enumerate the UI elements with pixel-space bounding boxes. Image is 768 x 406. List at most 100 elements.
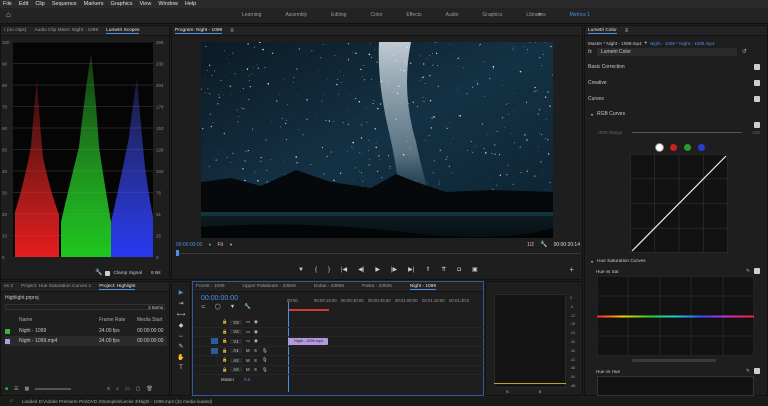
timeline-clip[interactable]: Night - 1099.mp4 [288,338,328,345]
sort-icon[interactable]: ≡ [107,386,110,392]
track-source-patch[interactable] [211,357,218,363]
ripple-edit-icon[interactable]: ⟷ [177,311,186,318]
section-curves[interactable]: Curves [588,94,760,104]
solo-left-button[interactable]: S [506,389,509,394]
selection-tool-icon[interactable]: ▶ [179,289,184,296]
zoom-slider[interactable] [35,388,72,390]
workspace-tab-editing[interactable]: Editing [319,12,358,18]
go-to-in-icon[interactable]: |◀ [341,266,347,273]
track-label[interactable]: V1 [230,338,242,344]
channel-selector[interactable] [684,144,691,151]
solo-icon[interactable]: S [254,348,262,353]
menu-sequence[interactable]: Sequence [52,1,77,7]
razor-icon[interactable]: ◆ [179,322,184,329]
lock-icon[interactable]: ■ [5,386,8,392]
master-track-row[interactable]: Master 0.0 [193,375,485,384]
eyedropper-icon[interactable]: ✎ [746,268,750,274]
list-view-icon[interactable]: ☰ [14,386,18,392]
basic-correction-checkbox[interactable] [754,64,760,70]
sequence-tab[interactable]: Forest - 1099 [196,284,225,289]
lock-icon[interactable]: 🔒 [222,329,230,335]
sync-icon[interactable]: ▭ [246,319,254,325]
track-label[interactable]: A2 [230,357,242,363]
hand-icon[interactable]: ✋ [177,354,184,361]
sequence-tab[interactable]: Night - 1099 [409,284,437,290]
workspace-tab-metrics-1[interactable]: Metrics 1 [558,12,602,18]
menu-help[interactable]: Help [185,1,196,7]
track-row[interactable]: 🔒 V1 ▭ ◉ [193,337,485,347]
track-row[interactable]: 🔒 V3 ▭ ◉ [193,318,485,328]
mute-icon[interactable]: M [246,358,254,363]
hdr-range-slider[interactable] [632,131,743,133]
scope-tab[interactable]: r (no clips) [4,28,26,33]
track-source-patch[interactable] [211,329,218,335]
track-label[interactable]: A3 [230,367,242,373]
section-basic-correction[interactable]: Basic Correction [588,62,760,72]
track-row[interactable]: 🔒 V2 ▭ ◉ [193,328,485,337]
track-source-patch[interactable] [211,347,218,354]
lock-icon[interactable]: 🔒 [222,357,230,363]
curves-checkbox[interactable] [754,96,760,102]
scope-tab[interactable]: Audio Clip Mixer: Night - 1099 [34,28,98,33]
menu-icon[interactable]: ≡ [625,27,629,35]
workspace-tab-effects[interactable]: Effects [394,12,433,18]
type-icon[interactable]: T [179,365,183,371]
chevron-down-icon[interactable]: ▼ [229,241,233,249]
project-row[interactable]: Night - 1099 24.00 fps 00:00:00:00 [5,326,167,336]
menu-view[interactable]: View [140,1,152,7]
comparison-icon[interactable]: ▣ [472,266,478,273]
menu-icon[interactable]: ≡ [230,27,234,35]
work-area-bar[interactable] [289,309,329,311]
folder-icon[interactable]: ▭ [125,386,130,392]
add-marker-icon[interactable]: ● [208,242,211,248]
workspace-tab-color[interactable]: Color [358,12,394,18]
lumetri-title[interactable]: Lumetri Color [588,28,617,34]
eye-icon[interactable]: ◉ [254,329,262,335]
rgb-curves-label[interactable]: RGB Curves [597,111,625,117]
track-row[interactable]: 🔒 A3 M S 🎙 [193,366,485,375]
go-to-out-icon[interactable]: ▶| [408,266,414,273]
marker-icon[interactable]: ▼ [298,267,304,273]
home-icon[interactable]: ⌂ [6,11,11,19]
bit-depth-select[interactable]: 8 Bit [151,271,161,276]
snap-icon[interactable]: ⊂ [201,304,206,310]
menu-edit[interactable]: Edit [19,1,28,7]
lift-icon[interactable]: ⇑ [425,266,430,273]
program-timecode[interactable]: 00:00:00:00 [176,242,202,248]
add-button-icon[interactable]: + [569,266,574,274]
workspace-tab-learning[interactable]: Learning [230,12,273,18]
sync-icon[interactable]: ▭ [246,338,254,344]
mute-icon[interactable]: M [246,367,254,372]
project-tab[interactable]: Project: Hue Saturation Curves 1 [21,284,91,289]
mark-in-icon[interactable]: { [315,267,317,273]
scope-tab[interactable]: Lumetri Scopes [106,28,140,34]
microphone-icon[interactable]: 🎙 [262,357,270,363]
column-frame-rate[interactable]: Frame Rate [99,317,137,323]
track-row[interactable]: 🔒 A1 M S 🎙 [193,347,485,356]
creative-checkbox[interactable] [754,80,760,86]
camera-icon[interactable]: ◘ [457,267,461,273]
solo-right-button[interactable]: S [539,389,542,394]
project-tab[interactable]: Project: Highlight [99,284,136,290]
track-source-patch[interactable] [211,338,218,345]
hue-vs-hue-checkbox[interactable] [754,368,760,374]
extract-icon[interactable]: ⇈ [441,266,446,273]
track-source-patch[interactable] [211,367,218,373]
search-icon[interactable]: ⌕ [116,386,119,392]
curves-label[interactable]: Curves [588,96,604,102]
workspace-tab-audio[interactable]: Audio [434,12,471,18]
menu-graphics[interactable]: Graphics [111,1,133,7]
hue-scroll-bar[interactable] [632,359,716,362]
wrench-icon[interactable]: 🔧 [540,241,547,249]
lock-icon[interactable]: 🔒 [222,319,230,325]
lock-icon[interactable]: 🔒 [222,338,230,344]
project-tab[interactable]: es 2 [4,284,13,289]
fit-select[interactable]: Fit [217,242,223,248]
new-item-icon[interactable]: ▢ [136,386,141,392]
solo-icon[interactable]: S [254,358,262,363]
hue-vs-hue-graph[interactable] [597,376,754,396]
mark-out-icon[interactable]: } [328,267,330,273]
channel-selector[interactable] [656,144,663,151]
playhead[interactable] [176,250,179,256]
project-search-input[interactable] [5,304,165,310]
